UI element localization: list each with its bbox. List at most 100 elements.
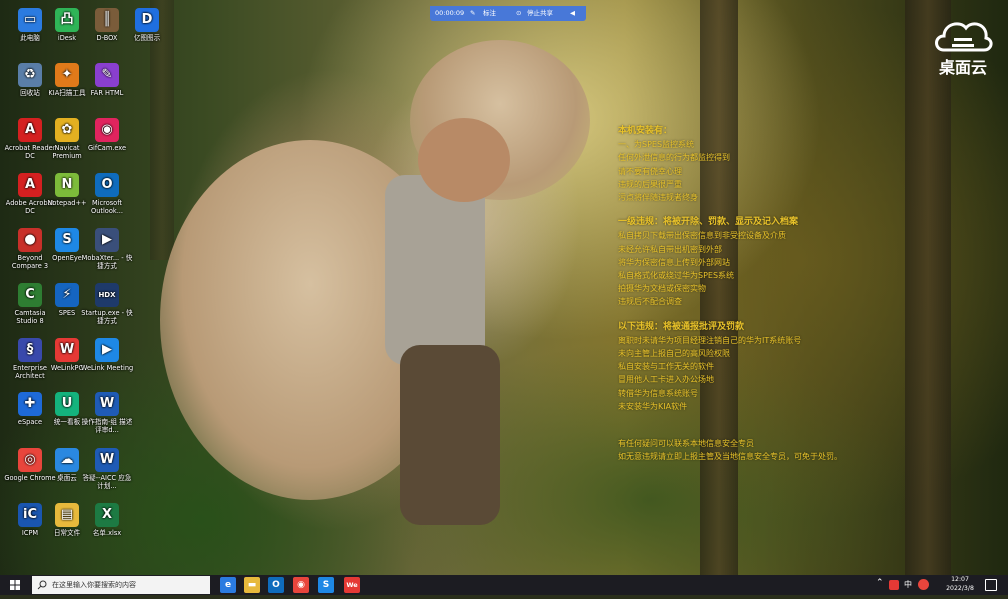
desktop-icon[interactable]: HDX Startup.exe - 快捷方式 [80,283,134,325]
far-html-icon: ✎ [95,63,119,87]
search-icon [37,580,47,590]
chrome-icon: ◎ [18,448,42,472]
notice-line: 有任何疑问可以联系本地信息安全专员 [618,439,754,449]
wallpaper-child-sweater [385,175,485,365]
desktop-icon-label: MobaXter... - 快捷方式 [81,254,133,270]
notice-heading: 一级违规：将被开除、罚款、显示及记入档案 [618,217,799,228]
wallpaper-child-pants [400,345,500,525]
dashboard-icon: U [55,392,79,416]
desktop-icon[interactable]: W 操作指南-组 描述评审d... [80,392,134,434]
system-clock[interactable]: 12:07 2022/3/8 [942,576,978,593]
folder-icon: ▤ [55,503,79,527]
desktop-cloud-logo: 桌面云 [930,14,996,77]
desktop-icon-label: Startup.exe - 快捷方式 [81,309,133,325]
desktop-icon[interactable]: ◉ GifCam.exe [80,118,134,152]
annotate-button[interactable]: 标注 [483,6,496,21]
openeye-icon: S [55,228,79,252]
icpm-icon: iC [18,503,42,527]
notification-icon[interactable] [985,579,997,591]
notice-heading: 以下违规：将被通报批评及罚款 [618,321,745,332]
taskbar: 在这里输入你要搜索的内容 e ▬ O ◉ S We ⌃ 中 12:07 2022/3/8 [0,575,1008,595]
windows-icon [10,580,20,590]
taskbar-edge-icon[interactable]: e [220,577,236,593]
spes-icon: ⚡ [55,283,79,307]
startup-hdx-icon: HDX [95,283,119,307]
desktop-icon-label: GifCam.exe [87,144,127,152]
word-doc-icon: W [95,392,119,416]
clock-date: 2022/3/8 [946,584,974,592]
cloud-logo-text: 桌面云 [938,58,987,77]
enterprise-architect-icon: § [18,338,42,362]
desktop-icon[interactable]: ✎ FAR HTML [80,63,134,97]
taskbar-chrome-icon[interactable]: ◉ [293,577,309,593]
notice-line: 转借华为信息系统账号 [618,388,698,398]
desktop-icon-label: 亿图图示 [133,34,161,42]
desktop-icon[interactable]: O Microsoft Outlook... [80,173,134,215]
gifcam-icon: ◉ [95,118,119,142]
notice-line: 任何外泄信息的行为都监控得到 [618,153,730,163]
desktop-icon[interactable]: ▶ MobaXter... - 快捷方式 [80,228,134,270]
edraw-icon: D [135,8,159,32]
notice-spacer [618,413,918,437]
wallpaper-child-head [418,118,510,202]
acrobat-reader-icon: A [18,118,42,142]
desktop-icon[interactable]: X 名单.xlsx [80,503,134,537]
stop-share-button[interactable]: 停止共享 [527,6,553,21]
desktop-icon[interactable]: ▶ WeLink Meeting [80,338,134,372]
outlook-icon: O [95,173,119,197]
taskbar-outlook-icon[interactable]: O [268,577,284,593]
espace-icon: ✚ [18,392,42,416]
desktop-icon-label: 名单.xlsx [92,529,122,537]
notice-spacer [618,204,918,216]
notice-line: 未经允许私自带出机密到外部 [618,244,722,254]
notepad-plus-icon: N [55,173,79,197]
dbox-icon: ║ [95,8,119,32]
notice-line: 违规后不配合调查 [618,297,682,307]
notice-line: 将华为保密信息上传到外部网站 [618,257,730,267]
notice-line: 拍摄华为文档或保密实物 [618,284,706,294]
desktop-icon[interactable]: D 亿图图示 [120,8,174,42]
desktop-icon-label: WeLink Meeting [80,364,134,372]
excel-icon: X [95,503,119,527]
kia-scan-icon: ✦ [55,63,79,87]
desktop-icon[interactable]: W 答疑--AICC 应急计划... [80,448,134,490]
cloud-icon [935,22,993,52]
taskbar-file-explorer-icon[interactable]: ▬ [244,577,260,593]
ime-indicator[interactable]: 中 [904,579,912,590]
beyond-compare-icon: ● [18,228,42,252]
clock-time: 12:07 [951,576,969,583]
notice-line: 离职时未请华为项目经理注销自己的华为IT系统账号 [618,335,802,345]
pen-icon[interactable]: ✎ [470,6,475,21]
start-button[interactable] [0,575,30,595]
desktop-cloud-icon: ☁ [55,448,79,472]
taskbar-search-box[interactable]: 在这里输入你要搜索的内容 [32,576,210,594]
tray-sogou-icon[interactable] [918,579,929,590]
stop-icon[interactable]: ⊙ [516,6,521,21]
acrobat-dc-icon: A [18,173,42,197]
desktop-icon-label: FAR HTML [90,89,124,97]
taskbar-openeye-icon[interactable]: S [318,577,334,593]
search-placeholder: 在这里输入你要搜索的内容 [52,581,136,589]
word-doc-icon: W [95,448,119,472]
notice-line: 私自格式化或绕过华为SPES系统 [618,271,735,281]
notice-heading: 本机安装有： [618,126,673,136]
collapse-icon[interactable]: ◀ [570,6,575,21]
notice-line: 私自安装与工作无关的软件 [618,362,714,372]
camtasia-icon: C [18,283,42,307]
tray-welink-icon[interactable] [889,580,899,590]
taskbar-welink-icon[interactable]: We [344,577,360,593]
recycle-bin-icon: ♻ [18,63,42,87]
notice-line: 未安装华为KIA软件 [618,401,688,411]
desktop-icon-label: Microsoft Outlook... [91,199,123,215]
notice-line: 污点将伴随违规者终身 [618,193,698,203]
idesk-icon: 凸 [55,8,79,32]
notice-line: 私自拷贝下载带出保密信息到非受控设备及介质 [618,231,786,241]
screen-share-bar: 00:00:09 ✎ 标注 ⊙ 停止共享 ◀ [430,6,586,21]
tray-chevron-icon[interactable]: ⌃ [876,578,884,588]
recording-timer: 00:00:09 [435,9,465,17]
desktop-wallpaper: ▭ 此电脑凸 iDesk ║ D-BOX D 亿图图示 ♻ 回收站 ✦ KIA扫描工具 ✎ FAR HT… [0,0,1008,575]
notice-line: 未向主管上报自己的高风险权限 [618,349,730,359]
navicat-icon: ✿ [55,118,79,142]
notice-spacer [618,309,918,321]
mobaxterm-icon: ▶ [95,228,119,252]
